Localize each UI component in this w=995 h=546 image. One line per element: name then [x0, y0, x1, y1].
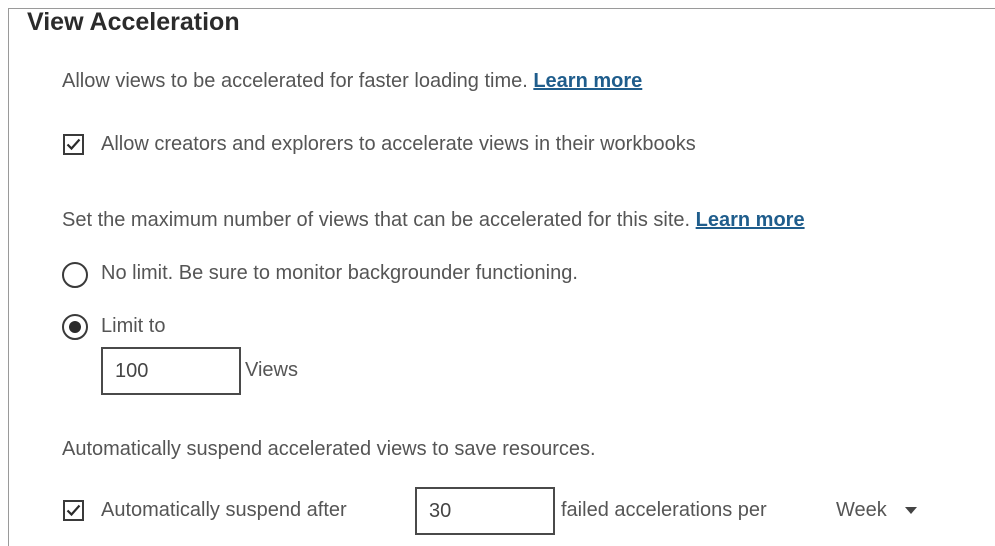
max-views-row: Set the maximum number of views that can… — [62, 209, 805, 232]
limit-to-label: Limit to — [101, 315, 166, 337]
radio-selected-dot — [69, 321, 81, 333]
intro-text: Allow views to be accelerated for faster… — [62, 70, 528, 92]
period-value: Week — [836, 499, 887, 521]
no-limit-radio[interactable] — [62, 262, 88, 288]
max-views-text: Set the maximum number of views that can… — [62, 209, 691, 231]
view-limit-input[interactable] — [101, 347, 241, 395]
suspend-description: Automatically suspend accelerated views … — [62, 438, 596, 460]
max-views-learn-more-link[interactable]: Learn more — [696, 209, 805, 231]
checkmark-icon — [66, 504, 81, 517]
auto-suspend-checkbox[interactable] — [63, 500, 84, 521]
failed-suffix-label: failed accelerations per — [561, 499, 767, 521]
auto-suspend-label: Automatically suspend after — [101, 499, 347, 521]
no-limit-label: No limit. Be sure to monitor backgrounde… — [101, 262, 578, 284]
section-title: View Acceleration — [27, 8, 240, 36]
limit-to-radio[interactable] — [62, 314, 88, 340]
failed-count-input[interactable] — [415, 487, 555, 535]
views-unit-label: Views — [245, 359, 298, 381]
checkmark-icon — [66, 138, 81, 151]
allow-creators-checkbox[interactable] — [63, 134, 84, 155]
allow-creators-label: Allow creators and explorers to accelera… — [101, 133, 696, 155]
intro-learn-more-link[interactable]: Learn more — [533, 70, 642, 92]
intro-row: Allow views to be accelerated for faster… — [62, 70, 642, 93]
period-dropdown[interactable]: Week — [836, 499, 917, 522]
chevron-down-icon — [904, 507, 917, 514]
